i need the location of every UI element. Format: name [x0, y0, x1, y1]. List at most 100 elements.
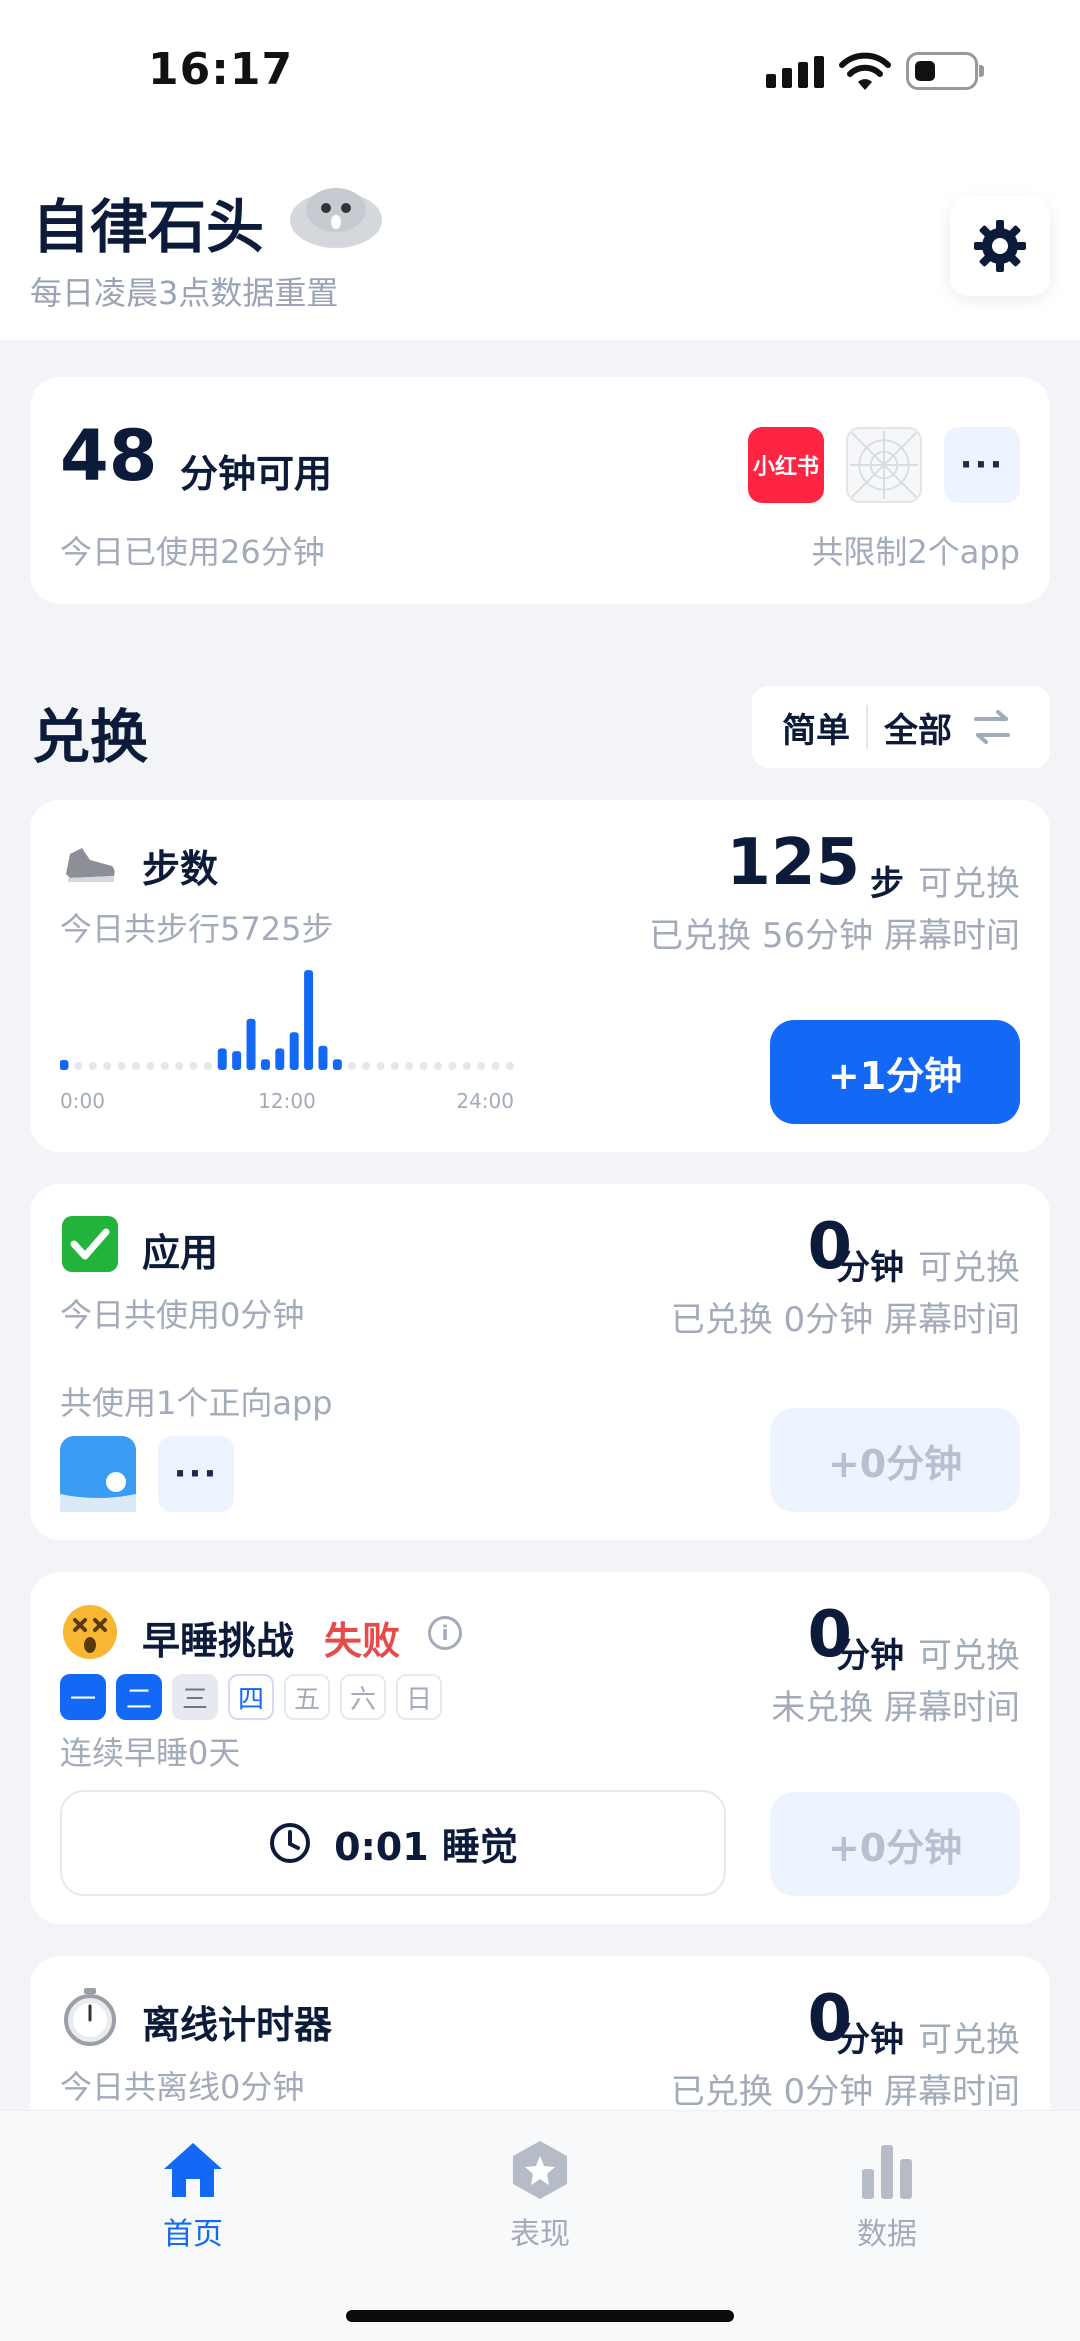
steps-title: 步数 [142, 847, 219, 891]
day-sun: 日 [396, 1674, 442, 1720]
tab-bar: 首页 表现 数据 [0, 2110, 1080, 2341]
bar-chart-icon [862, 2145, 912, 2199]
battery-icon [906, 52, 984, 90]
sleep-time-button[interactable]: 0:01 睡觉 [60, 1790, 726, 1896]
steps-value: 125 [726, 826, 860, 900]
step-bar-empty [146, 1062, 155, 1070]
tab-data[interactable]: 数据 [807, 2139, 967, 2253]
chart-x-tick: 12:00 [258, 1089, 316, 1113]
available-label: 分钟可用 [180, 452, 333, 496]
tab-performance[interactable]: 表现 [460, 2139, 620, 2253]
more-apps-button[interactable]: ··· [944, 427, 1020, 503]
early-sleep-card: 早睡挑战 失败 i 一 二 三 四 五 六 日 连续早睡0天 0 分钟 可兑换 … [30, 1572, 1050, 1924]
step-bar-empty [448, 1062, 457, 1070]
day-thu: 四 [228, 1674, 274, 1720]
sleep-unit: 分钟 [836, 1636, 904, 1676]
redeem-apps-button[interactable]: +0分钟 [770, 1408, 1020, 1512]
xiaohongshu-app-icon: 小红书 [748, 427, 824, 503]
positive-apps-count: 共使用1个正向app [60, 1384, 333, 1422]
wifi-icon [839, 52, 891, 90]
redeem-steps-button[interactable]: +1分钟 [770, 1020, 1020, 1124]
step-bar [318, 1045, 328, 1070]
more-positive-apps-button[interactable]: ··· [158, 1436, 234, 1512]
apps-unit: 分钟 [836, 1248, 904, 1288]
step-bar-empty [117, 1062, 126, 1070]
step-bar [217, 1048, 227, 1070]
settings-button[interactable] [950, 196, 1050, 296]
reading-app-icon[interactable] [60, 1436, 136, 1512]
available-minutes: 48 [60, 415, 158, 497]
tab-performance-label: 表现 [510, 2217, 570, 2252]
step-bar-empty [74, 1062, 83, 1070]
step-bar-empty [434, 1062, 443, 1070]
step-bar-empty [376, 1062, 385, 1070]
step-bar-empty [347, 1062, 356, 1070]
clock-icon [270, 1823, 311, 1863]
stone-mascot-icon [290, 188, 382, 248]
used-today: 今日已使用26分钟 [60, 533, 325, 571]
hourly-steps-chart: 0:00 12:00 24:00 [60, 970, 514, 1113]
step-bar-empty [491, 1062, 500, 1070]
tab-home-label: 首页 [163, 2217, 223, 2252]
step-bar-empty [131, 1062, 140, 1070]
step-bar-empty [405, 1062, 414, 1070]
tab-home[interactable]: 首页 [113, 2139, 273, 2253]
offline-today: 今日共离线0分钟 [60, 2068, 305, 2106]
weekday-row: 一 二 三 四 五 六 日 [60, 1674, 442, 1720]
sleep-exchangeable-label: 可兑换 [918, 1636, 1020, 1676]
step-bar-empty [362, 1062, 371, 1070]
step-bar-empty [103, 1062, 112, 1070]
step-bar [260, 1059, 270, 1070]
toggle-all[interactable]: 全部 [884, 703, 952, 752]
view-toggle[interactable]: 简单 全部 [752, 686, 1050, 768]
exchange-section-title: 兑换 [32, 703, 149, 771]
offline-title: 离线计时器 [142, 2003, 333, 2047]
step-bar [304, 970, 314, 1070]
tab-data-label: 数据 [857, 2217, 917, 2252]
day-tue: 二 [116, 1674, 162, 1720]
redeem-sleep-button[interactable]: +0分钟 [770, 1792, 1020, 1896]
reset-note: 每日凌晨3点数据重置 [30, 274, 339, 312]
green-check-icon [62, 1216, 118, 1272]
status-time: 16:17 [148, 44, 294, 95]
steps-exchanged: 已兑换 56分钟 屏幕时间 [649, 916, 1020, 956]
step-bar [232, 1051, 242, 1070]
gear-icon [974, 220, 1026, 272]
day-fri: 五 [284, 1674, 330, 1720]
apps-card: 应用 今日共使用0分钟 0 分钟 可兑换 已兑换 0分钟 屏幕时间 共使用1个正… [30, 1184, 1050, 1540]
usage-summary-card[interactable]: 48 分钟可用 今日已使用26分钟 小红书 ··· 共限制2个app [30, 377, 1050, 604]
step-bar [332, 1059, 342, 1070]
step-bar-empty [477, 1062, 486, 1070]
step-bar-empty [506, 1062, 514, 1070]
stopwatch-icon [64, 1988, 116, 2046]
step-bar-empty [419, 1062, 428, 1070]
steps-today: 今日共步行5725步 [60, 910, 334, 948]
info-icon[interactable]: i [428, 1616, 462, 1650]
offline-unit: 分钟 [836, 2020, 904, 2060]
step-bar-empty [160, 1062, 169, 1070]
placeholder-app-icon [846, 427, 922, 503]
apps-exchanged: 已兑换 0分钟 屏幕时间 [670, 1300, 1020, 1340]
toggle-simple[interactable]: 简单 [782, 703, 850, 752]
sleep-exchanged: 未兑换 屏幕时间 [771, 1688, 1020, 1728]
step-bar-empty [203, 1062, 212, 1070]
chart-x-tick: 24:00 [456, 1089, 514, 1113]
apps-exchangeable-label: 可兑换 [918, 1248, 1020, 1288]
home-indicator [346, 2310, 734, 2322]
day-mon: 一 [60, 1674, 106, 1720]
sleep-time-label: 0:01 睡觉 [334, 1824, 518, 1869]
swap-arrows-icon[interactable] [972, 709, 1012, 745]
star-badge-icon [513, 2141, 567, 2199]
sleep-streak: 连续早睡0天 [60, 1734, 241, 1772]
step-bar-empty [88, 1062, 97, 1070]
steps-unit: 步 [870, 864, 904, 904]
limited-apps-count: 共限制2个app [811, 533, 1020, 571]
steps-exchangeable-label: 可兑换 [918, 864, 1020, 904]
step-bar-empty [175, 1062, 184, 1070]
sneaker-icon [66, 848, 115, 882]
app-title: 自律石头 [32, 193, 265, 261]
step-bar-empty [189, 1062, 198, 1070]
day-sat: 六 [340, 1674, 386, 1720]
apps-used-today: 今日共使用0分钟 [60, 1296, 305, 1334]
sleep-title: 早睡挑战 [142, 1619, 295, 1663]
